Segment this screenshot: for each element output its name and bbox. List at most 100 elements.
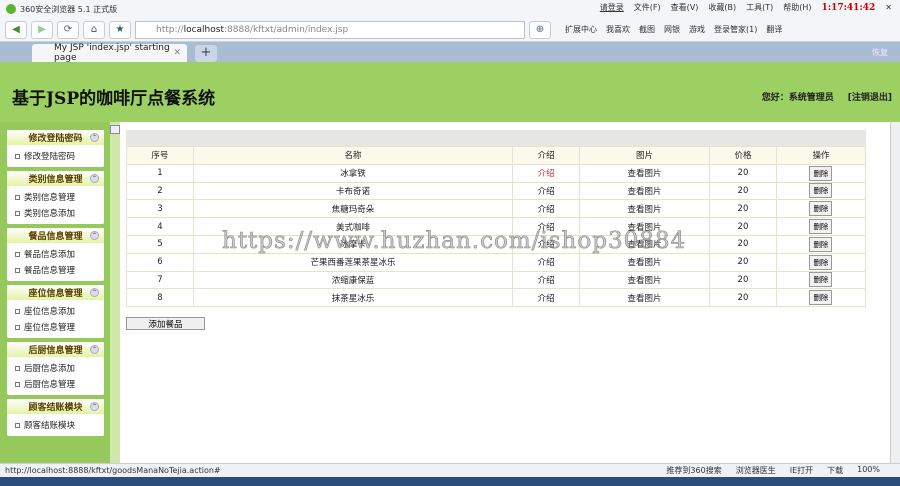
toolbar-item[interactable]: 网银	[664, 24, 680, 35]
intro-link[interactable]: 介绍	[512, 217, 581, 236]
collapse-icon[interactable]: ⌃	[90, 174, 99, 183]
menu-item[interactable]: 文件(F)	[634, 2, 661, 13]
view-image-link[interactable]: 查看图片	[579, 270, 711, 290]
collapse-icon[interactable]: ⌃	[90, 288, 99, 297]
sidebar-item[interactable]: 类别信息管理	[7, 189, 104, 205]
status-item[interactable]: 100%	[857, 465, 880, 476]
intro-link[interactable]: 介绍	[512, 163, 581, 183]
status-url: http://localhost:8888/kftxt/goodsManaNoT…	[5, 466, 221, 475]
view-image-link[interactable]: 查看图片	[579, 163, 711, 183]
sidebar-panel-header[interactable]: 座位信息管理 ⌃	[7, 285, 104, 300]
sidebar-item[interactable]: 餐品信息添加	[7, 246, 104, 262]
intro-link[interactable]: 介绍	[512, 252, 581, 272]
view-image-link[interactable]: 查看图片	[579, 234, 711, 254]
intro-link[interactable]: 介绍	[512, 270, 581, 290]
page-header: 基于JSP的咖啡厅点餐系统 您好：系统管理员 [注销退出]	[0, 62, 900, 122]
collapse-icon[interactable]: ⌃	[90, 345, 99, 354]
panel-title: 座位信息管理	[28, 289, 83, 299]
refresh-button[interactable]: ⟳	[57, 20, 79, 39]
home-button[interactable]: ⌂	[83, 20, 105, 39]
back-button[interactable]: ◀	[5, 20, 27, 39]
collapse-icon[interactable]: ⌃	[90, 133, 99, 142]
toolbar-item[interactable]: 游戏	[689, 24, 705, 35]
sidebar-panel-body: 座位信息添加 座位信息管理	[7, 300, 104, 338]
favorite-star-button[interactable]: ★	[109, 20, 131, 39]
delete-button[interactable]: 删除	[809, 290, 833, 306]
toolbar-item[interactable]: 我喜欢	[606, 24, 630, 35]
sidebar-item[interactable]: 餐品信息管理	[7, 262, 104, 278]
sidebar-panel-body: 修改登陆密码	[7, 145, 104, 167]
delete-button[interactable]: 删除	[809, 272, 833, 288]
intro-link[interactable]: 介绍	[512, 234, 581, 254]
sidebar-item[interactable]: 修改登陆密码	[7, 148, 104, 164]
menu-item[interactable]: 工具(T)	[746, 2, 773, 13]
view-image-link[interactable]: 查看图片	[579, 217, 711, 236]
sidebar-panel-header[interactable]: 餐品信息管理 ⌃	[7, 228, 104, 243]
logout-link[interactable]: [注销退出]	[848, 90, 892, 103]
status-item[interactable]: 下载	[827, 465, 843, 476]
intro-link[interactable]: 介绍	[512, 199, 581, 219]
delete-button[interactable]: 删除	[809, 183, 833, 199]
add-button[interactable]: ⊕	[529, 20, 551, 39]
price-cell: 20	[709, 163, 777, 183]
toolbar-item[interactable]: 翻译	[766, 24, 782, 35]
sidebar-toggle[interactable]	[110, 125, 120, 134]
menu-item[interactable]: 查看(V)	[671, 2, 699, 13]
index-cell: 6	[126, 252, 194, 272]
table-row: 1 冰拿铁 介绍 查看图片 20 删除	[126, 163, 867, 183]
view-image-link[interactable]: 查看图片	[579, 252, 711, 272]
sidebar-panel-header[interactable]: 顾客结账模块 ⌃	[7, 399, 104, 414]
status-item[interactable]: IE打开	[790, 465, 813, 476]
name-cell: 焦糖玛奇朵	[192, 199, 514, 219]
table-row: 8 抹茶星冰乐 介绍 查看图片 20 删除	[126, 288, 867, 308]
browser-title: 360安全浏览器 5.1 正式版	[20, 4, 118, 14]
menu-item[interactable]: 帮助(H)	[783, 2, 811, 13]
toolbar-item[interactable]: 扩展中心	[565, 24, 597, 35]
new-tab-button[interactable]: +	[195, 45, 217, 62]
sidebar-gutter	[110, 122, 120, 463]
view-image-link[interactable]: 查看图片	[579, 288, 711, 308]
collapse-icon[interactable]: ⌃	[90, 402, 99, 411]
sidebar-item[interactable]: 顾客结账模块	[7, 417, 104, 433]
toolbar-item[interactable]: 截图	[639, 24, 655, 35]
close-tab-icon[interactable]: ✕	[173, 48, 181, 58]
vertical-scrollbar[interactable]	[890, 122, 900, 463]
restore-button[interactable]: 恢复	[872, 47, 888, 58]
tab-bar: My JSP 'index.jsp' starting page ✕ + 恢复	[0, 42, 900, 63]
add-goods-button[interactable]: 添加餐品	[126, 317, 205, 330]
sidebar-panel-body: 类别信息管理 类别信息添加	[7, 186, 104, 224]
status-item[interactable]: 推荐到360搜索	[666, 465, 721, 476]
delete-button[interactable]: 删除	[809, 219, 833, 235]
view-image-link[interactable]: 查看图片	[579, 199, 711, 219]
status-item[interactable]: 浏览器医生	[736, 465, 776, 476]
close-window-icon[interactable]: ✕	[885, 3, 892, 12]
delete-button[interactable]: 删除	[809, 165, 833, 181]
sidebar-item[interactable]: 后厨信息添加	[7, 360, 104, 376]
address-bar[interactable]: http://localhost:8888/kftxt/admin/index.…	[135, 20, 525, 39]
sidebar-panel-header[interactable]: 后厨信息管理 ⌃	[7, 342, 104, 357]
menu-item[interactable]: 收藏(B)	[708, 2, 736, 13]
login-link[interactable]: 请登录	[600, 2, 624, 13]
intro-link[interactable]: 介绍	[512, 181, 581, 201]
delete-button[interactable]: 删除	[809, 254, 833, 270]
delete-button[interactable]: 删除	[809, 201, 833, 217]
view-image-link[interactable]: 查看图片	[579, 181, 711, 201]
price-cell: 20	[709, 270, 777, 290]
toolbar-item[interactable]: 登录管家(1)	[714, 24, 757, 35]
browser-logo-icon	[6, 4, 16, 14]
forward-button[interactable]: ▶	[31, 20, 53, 39]
sidebar-item[interactable]: 后厨信息管理	[7, 376, 104, 392]
sidebar-panel-header[interactable]: 修改登陆密码 ⌃	[7, 130, 104, 145]
action-cell: 删除	[775, 288, 867, 308]
intro-link[interactable]: 介绍	[512, 288, 581, 308]
sidebar-item[interactable]: 座位信息添加	[7, 303, 104, 319]
tab-index-page[interactable]: My JSP 'index.jsp' starting page ✕	[32, 43, 187, 63]
index-cell: 5	[126, 234, 194, 254]
collapse-icon[interactable]: ⌃	[90, 231, 99, 240]
table-row: 2 卡布奇诺 介绍 查看图片 20 删除	[126, 181, 867, 201]
sidebar-item[interactable]: 座位信息管理	[7, 319, 104, 335]
sidebar-panel-header[interactable]: 类别信息管理 ⌃	[7, 171, 104, 186]
sidebar-item[interactable]: 类别信息添加	[7, 205, 104, 221]
delete-button[interactable]: 删除	[809, 236, 833, 252]
sidebar-panel: 座位信息管理 ⌃ 座位信息添加 座位信息管理	[7, 285, 104, 338]
